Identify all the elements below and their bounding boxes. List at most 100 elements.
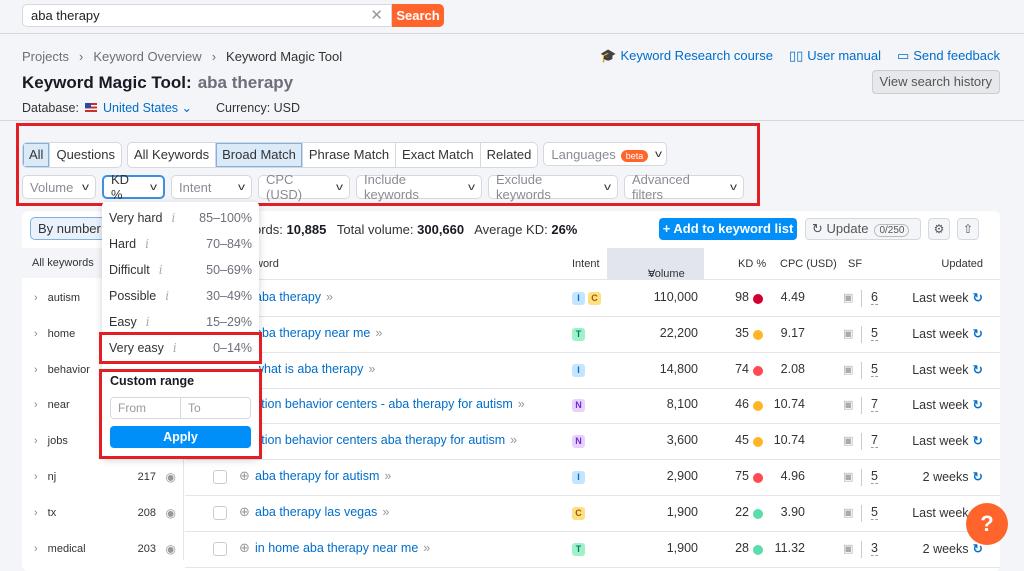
serp-icon[interactable]: ▣ xyxy=(843,327,853,340)
header-sf[interactable]: SF xyxy=(848,258,862,270)
refresh-icon[interactable]: ↻ xyxy=(973,363,983,377)
sidebar-group-item[interactable]: › medical 203 ◉ xyxy=(34,542,184,556)
double-chevron-icon[interactable]: » xyxy=(368,362,375,376)
double-chevron-icon[interactable]: » xyxy=(423,541,430,555)
serp-icon[interactable]: ▣ xyxy=(843,542,853,555)
sf-count[interactable]: 5 xyxy=(871,469,878,484)
kd-option[interactable]: Very easy i 0–14% xyxy=(109,341,252,355)
kd-option[interactable]: Possible i 30–49% xyxy=(109,289,252,303)
add-to-keyword-list-button[interactable]: + Add to keyword list xyxy=(659,218,797,240)
chevron-right-icon[interactable]: › xyxy=(34,364,38,376)
add-circle-icon[interactable]: ⊕ xyxy=(239,504,250,520)
refresh-icon[interactable]: ↻ xyxy=(973,470,983,484)
serp-icon[interactable]: ▣ xyxy=(843,434,853,447)
keyword-link[interactable]: aba therapy las vegas » xyxy=(255,505,389,519)
chevron-right-icon[interactable]: › xyxy=(34,399,38,411)
info-icon[interactable]: i xyxy=(145,237,149,251)
volume-filter[interactable]: Volume v xyxy=(22,175,96,199)
sf-count[interactable]: 7 xyxy=(871,397,878,413)
sf-count[interactable]: 7 xyxy=(871,433,878,449)
search-button[interactable]: Search xyxy=(392,4,444,27)
refresh-icon[interactable]: ↻ xyxy=(973,291,983,305)
intent-filter[interactable]: Intent v xyxy=(171,175,252,199)
row-checkbox[interactable] xyxy=(213,505,227,520)
header-cpc[interactable]: CPC (USD) xyxy=(780,258,837,270)
serp-icon[interactable]: ▣ xyxy=(843,506,853,519)
chevron-right-icon[interactable]: › xyxy=(34,507,38,519)
tab-questions[interactable]: Questions xyxy=(50,143,121,167)
double-chevron-icon[interactable]: » xyxy=(518,397,525,411)
help-button[interactable]: ? xyxy=(966,503,1008,545)
double-chevron-icon[interactable]: » xyxy=(382,505,389,519)
settings-button[interactable]: ⚙ xyxy=(928,218,950,240)
header-updated[interactable]: Updated xyxy=(941,258,983,270)
tab-exact-match[interactable]: Exact Match xyxy=(396,143,481,167)
sf-count[interactable]: 6 xyxy=(871,290,878,305)
chevron-right-icon[interactable]: › xyxy=(34,435,38,447)
keyword-link[interactable]: in home aba therapy near me » xyxy=(255,541,430,555)
search-input[interactable]: aba therapy ✕ xyxy=(22,4,392,27)
database-select[interactable]: United States ⌄ xyxy=(103,100,192,115)
double-chevron-icon[interactable]: » xyxy=(375,326,382,340)
chevron-right-icon[interactable]: › xyxy=(34,543,38,555)
eye-icon[interactable]: ◉ xyxy=(166,542,176,556)
keyword-link[interactable]: aba therapy for autism » xyxy=(255,469,391,483)
chevron-right-icon[interactable]: › xyxy=(34,292,38,304)
cpc-filter[interactable]: CPC (USD) v xyxy=(258,172,350,202)
exclude-keywords-filter[interactable]: Exclude keywords v xyxy=(488,172,618,202)
keyword-research-course-link[interactable]: 🎓 Keyword Research course xyxy=(600,48,773,64)
update-button[interactable]: ↻ Update 0/250 xyxy=(805,218,921,240)
clear-icon[interactable]: ✕ xyxy=(370,5,383,26)
serp-icon[interactable]: ▣ xyxy=(843,363,853,376)
export-button[interactable]: ⇧ xyxy=(957,218,979,240)
chevron-right-icon[interactable]: › xyxy=(34,471,38,483)
sf-count[interactable]: 5 xyxy=(871,326,878,341)
eye-icon[interactable]: ◉ xyxy=(166,470,176,484)
header-kd[interactable]: KD % xyxy=(738,258,766,270)
keyword-link[interactable]: aba therapy near me » xyxy=(255,326,382,340)
sidebar-group-item[interactable]: › nj 217 ◉ xyxy=(34,470,184,484)
kd-option[interactable]: Very hard i 85–100% xyxy=(109,211,252,225)
serp-icon[interactable]: ▣ xyxy=(843,398,853,411)
kd-from-input[interactable]: From xyxy=(111,398,181,418)
tab-broad-match[interactable]: Broad Match xyxy=(216,143,303,167)
tab-all[interactable]: All xyxy=(23,143,51,167)
row-checkbox[interactable] xyxy=(213,541,227,556)
breadcrumb-keyword-overview[interactable]: Keyword Overview xyxy=(93,49,201,64)
tab-all-keywords[interactable]: All Keywords xyxy=(128,143,217,167)
keyword-link[interactable]: what is aba therapy » xyxy=(255,362,375,376)
header-intent[interactable]: Intent xyxy=(572,258,600,270)
refresh-icon[interactable]: ↻ xyxy=(973,327,983,341)
kd-to-input[interactable]: To xyxy=(181,398,250,418)
refresh-icon[interactable]: ↻ xyxy=(973,434,983,448)
double-chevron-icon[interactable]: » xyxy=(326,290,333,304)
tab-related[interactable]: Related xyxy=(481,143,538,167)
add-circle-icon[interactable]: ⊕ xyxy=(239,540,250,556)
languages-dropdown[interactable]: Languages beta v xyxy=(543,142,668,166)
serp-icon[interactable]: ▣ xyxy=(843,470,853,483)
kd-option[interactable]: Difficult i 50–69% xyxy=(109,263,252,277)
double-chevron-icon[interactable]: » xyxy=(510,433,517,447)
keyword-link[interactable]: ction behavior centers aba therapy for a… xyxy=(255,433,517,447)
info-icon[interactable]: i xyxy=(159,263,163,277)
add-circle-icon[interactable]: ⊕ xyxy=(239,468,250,484)
user-manual-link[interactable]: ▯▯ User manual xyxy=(789,48,881,64)
include-keywords-filter[interactable]: Include keywords v xyxy=(356,172,482,202)
kd-option[interactable]: Easy i 15–29% xyxy=(109,315,252,329)
sidebar-group-item[interactable]: › tx 208 ◉ xyxy=(34,506,184,520)
advanced-filters[interactable]: Advanced filters v xyxy=(624,172,744,202)
kd-filter[interactable]: KD % v xyxy=(102,172,165,202)
info-icon[interactable]: i xyxy=(172,211,176,225)
info-icon[interactable]: i xyxy=(173,341,177,355)
keyword-link[interactable]: aba therapy » xyxy=(255,290,333,304)
sf-count[interactable]: 5 xyxy=(871,362,878,377)
apply-button[interactable]: Apply xyxy=(110,426,251,448)
tab-phrase-match[interactable]: Phrase Match xyxy=(303,143,397,167)
double-chevron-icon[interactable]: » xyxy=(384,469,391,483)
kd-option[interactable]: Hard i 70–84% xyxy=(109,237,252,251)
chevron-right-icon[interactable]: › xyxy=(34,328,38,340)
sf-count[interactable]: 5 xyxy=(871,505,878,520)
send-feedback-link[interactable]: ▭ Send feedback xyxy=(897,48,1000,64)
view-search-history-button[interactable]: View search history xyxy=(871,70,1000,94)
info-icon[interactable]: i xyxy=(165,289,169,303)
